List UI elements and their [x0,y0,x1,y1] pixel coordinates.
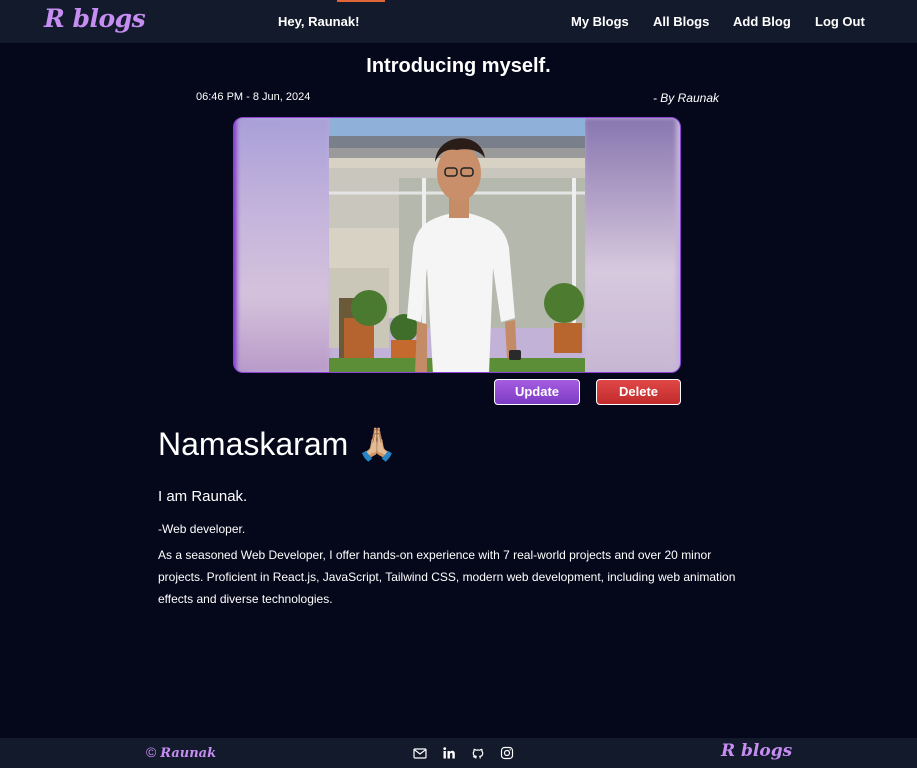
content-intro: I am Raunak. [158,488,248,505]
blog-author: - By Raunak [652,91,719,105]
footer-logo[interactable]: R blogs [721,741,792,761]
update-button[interactable]: Update [494,379,580,405]
image-blur-left [238,118,330,372]
nav-accent-bar [337,0,385,2]
navbar: R blogs Hey, Raunak! My Blogs All Blogs … [0,0,917,43]
delete-button[interactable]: Delete [596,379,681,405]
nav-link-my-blogs[interactable]: My Blogs [571,14,629,29]
github-icon[interactable] [471,746,485,760]
image-blur-right [584,118,676,372]
linkedin-icon[interactable] [442,746,456,760]
logo[interactable]: R blogs [44,4,146,33]
nav-link-all-blogs[interactable]: All Blogs [653,14,709,29]
content-role: -Web developer. [158,522,246,536]
nav-link-log-out[interactable]: Log Out [815,14,865,29]
copyright-name: Raunak [160,746,217,761]
content-body: As a seasoned Web Developer, I offer han… [158,548,736,606]
footer-copyright: © Raunak [146,744,216,761]
blog-title: Introducing myself. [366,55,551,77]
blog-image [233,117,681,373]
profile-photo [329,118,585,372]
user-greeting: Hey, Raunak! [278,14,360,29]
blog-date: 06:46 PM - 8 Jun, 2024 [196,91,311,103]
nav-link-add-blog[interactable]: Add Blog [733,14,791,29]
content-heading: Namaskaram 🙏🏼 [158,426,397,462]
footer: © Raunak R blogs [0,738,917,768]
mail-icon[interactable] [413,746,427,760]
copyright-icon: © [146,744,157,760]
instagram-icon[interactable] [500,746,514,760]
